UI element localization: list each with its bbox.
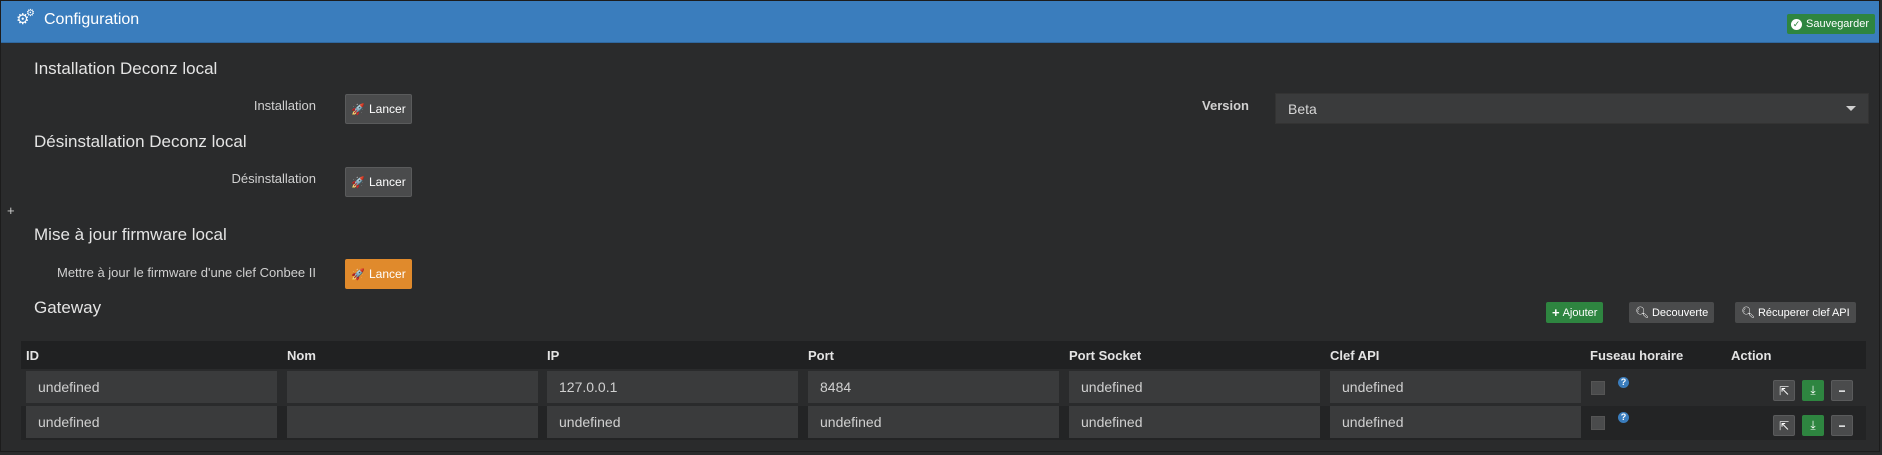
column-fuseau-horaire: Fuseau horaire [1590,348,1684,363]
timezone-checkbox[interactable] [1591,381,1605,395]
search-icon: 🔍︎ [1635,307,1649,319]
gateway-section-title: Gateway [34,298,102,317]
firmware-launch-button[interactable]: 🚀 Lancer [345,259,412,289]
external-link-icon: ⇱ [1778,418,1790,433]
column-port: Port [808,348,834,363]
table-row: undefined undefined undefined undefined … [21,406,1866,440]
download-button[interactable]: ⤓ [1802,380,1824,401]
check-circle-icon: ✓ [1791,18,1802,30]
fetch-api-key-button[interactable]: 🔍︎ Récuperer clef API [1735,302,1856,323]
save-button-label: Sauvegarder [1806,18,1869,30]
external-link-icon: ⇱ [1778,383,1790,398]
version-label: Version [1202,98,1249,113]
timezone-checkbox[interactable] [1591,416,1605,430]
nom-input[interactable] [287,406,538,438]
column-port-socket: Port Socket [1069,348,1142,363]
rocket-icon: 🚀 [351,176,365,189]
add-gateway-label: Ajouter [1562,306,1598,319]
id-input[interactable]: undefined [26,371,277,403]
minus-icon: − [1838,383,1846,398]
panel-header: ⚙ ⚙ Configuration ✓ Sauvegarder [1,1,1879,43]
column-clef-api: Clef API [1330,348,1380,363]
install-launch-label: Lancer [369,102,406,116]
version-select[interactable]: Beta [1275,93,1869,124]
question-circle-icon[interactable]: ? [1618,412,1629,423]
port-socket-input[interactable]: undefined [1069,406,1320,438]
uninstall-launch-button[interactable]: 🚀 Lancer [345,167,412,197]
id-input[interactable]: undefined [26,406,277,438]
search-icon: 🔍︎ [1741,307,1755,319]
add-gateway-button[interactable]: + Ajouter [1546,302,1604,323]
download-icon: ⤓ [1810,418,1816,432]
uninstall-launch-label: Lancer [369,175,406,189]
save-button[interactable]: ✓ Sauvegarder [1787,14,1875,34]
ip-input[interactable]: undefined [547,406,798,438]
chevron-down-icon [1846,106,1856,111]
gateway-table-header: ID Nom IP Port Port Socket Clef API Fuse… [21,341,1866,369]
open-external-button[interactable]: ⇱ [1773,380,1795,401]
column-ip: IP [547,348,560,363]
download-button[interactable]: ⤓ [1802,415,1824,436]
minus-icon: − [1838,418,1846,433]
expand-plus-icon[interactable]: + [7,203,15,218]
uninstall-section-title: Désinstallation Deconz local [34,132,247,151]
column-nom: Nom [287,348,316,363]
column-id: ID [26,348,39,363]
port-input[interactable]: undefined [808,406,1059,438]
install-launch-button[interactable]: 🚀 Lancer [345,94,412,124]
panel-title-text: Configuration [44,11,140,28]
open-external-button[interactable]: ⇱ [1773,415,1795,436]
firmware-launch-label: Lancer [369,267,406,281]
gears-icon: ⚙ ⚙ [16,8,35,28]
rocket-icon: 🚀 [351,103,365,116]
clef-api-input[interactable]: undefined [1330,371,1581,403]
rocket-icon: 🚀 [351,268,365,281]
configuration-panel: ⚙ ⚙ Configuration ✓ Sauvegarder Installa… [0,0,1880,452]
discover-label: Decouverte [1651,306,1709,319]
panel-title: ⚙ ⚙ Configuration [16,8,140,29]
clef-api-input[interactable]: undefined [1330,406,1581,438]
plus-icon: + [1552,305,1560,320]
column-action: Action [1731,348,1772,363]
question-circle-icon[interactable]: ? [1618,377,1629,388]
discover-button[interactable]: 🔍︎ Decouverte [1629,302,1715,323]
firmware-section-title: Mise à jour firmware local [34,225,227,244]
fetch-api-key-label: Récuperer clef API [1757,306,1850,319]
uninstall-label: Désinstallation [231,171,316,186]
install-section-title: Installation Deconz local [34,59,218,78]
ip-input[interactable]: 127.0.0.1 [547,371,798,403]
port-socket-input[interactable]: undefined [1069,371,1320,403]
nom-input[interactable] [287,371,538,403]
install-label: Installation [253,98,316,113]
firmware-label: Mettre à jour le firmware d'une clef Con… [57,265,316,280]
remove-row-button[interactable]: − [1831,415,1853,436]
remove-row-button[interactable]: − [1831,380,1853,401]
port-input[interactable]: 8484 [808,371,1059,403]
download-icon: ⤓ [1810,383,1816,397]
table-row: undefined 127.0.0.1 8484 undefined undef… [21,371,1866,405]
version-selected-value: Beta [1288,101,1317,117]
